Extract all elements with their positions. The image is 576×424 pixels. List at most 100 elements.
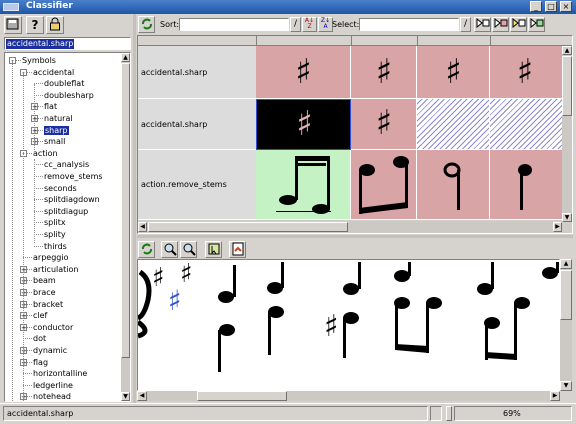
glyph-cell[interactable]: ♯ bbox=[417, 46, 490, 99]
tree-item[interactable]: small bbox=[44, 136, 65, 147]
grid-vscroll-thumb[interactable] bbox=[562, 56, 572, 116]
save-icon[interactable] bbox=[4, 16, 22, 34]
lock-icon[interactable] bbox=[46, 16, 64, 34]
glyph-cell[interactable] bbox=[490, 150, 572, 220]
glyph-cell-selected[interactable]: ♯ bbox=[256, 99, 351, 150]
zoom-in-icon[interactable] bbox=[161, 241, 178, 258]
close-button[interactable]: × bbox=[560, 1, 572, 12]
tree-item[interactable]: doublesharp bbox=[44, 90, 94, 101]
tree-item[interactable]: splitdiagup bbox=[44, 206, 88, 217]
tree-item[interactable]: flat bbox=[44, 101, 57, 112]
select-play-yellow-icon[interactable] bbox=[510, 17, 527, 32]
glyph-cell[interactable] bbox=[417, 150, 490, 220]
sort-descending-icon[interactable]: Z↓ A bbox=[318, 17, 333, 32]
image-vscroll-thumb[interactable] bbox=[560, 270, 572, 320]
scroll-up-icon[interactable]: ▲ bbox=[562, 46, 572, 55]
minimize-button[interactable]: _ bbox=[530, 1, 542, 12]
image-hscrollbar[interactable]: ◀ ▶ bbox=[137, 391, 560, 401]
status-checkbox[interactable] bbox=[430, 406, 442, 421]
tree-item-label: natural bbox=[44, 114, 73, 123]
scroll-right-icon[interactable]: ▶ bbox=[550, 391, 560, 401]
image-vscrollbar[interactable]: ▲ ▼ bbox=[560, 259, 572, 391]
zoom-slider-handle[interactable] bbox=[446, 406, 452, 421]
glyph-cell-hatched[interactable] bbox=[417, 99, 490, 150]
sort-ascending-icon[interactable]: A↓ Z bbox=[302, 17, 317, 32]
tree-item[interactable]: conductor bbox=[33, 322, 73, 333]
zoom-level: 69% bbox=[503, 409, 521, 418]
glyph-cell[interactable]: ♯ bbox=[256, 46, 351, 99]
refresh-icon[interactable] bbox=[138, 241, 155, 258]
tree-item[interactable]: notehead bbox=[33, 391, 71, 402]
grid-hscroll-thumb[interactable] bbox=[148, 222, 348, 232]
glyph-cell[interactable]: ♯ bbox=[351, 46, 417, 99]
tree-item[interactable]: beam bbox=[33, 275, 56, 286]
select-input[interactable] bbox=[359, 18, 459, 31]
tree-item[interactable]: remove_stems bbox=[44, 171, 103, 182]
glyph-cell[interactable] bbox=[351, 150, 417, 220]
tree-item[interactable]: ledgerline bbox=[33, 380, 73, 391]
tree-item[interactable]: dot bbox=[33, 333, 46, 344]
tree-item-label: flat bbox=[44, 102, 58, 112]
glyph-cell[interactable] bbox=[256, 150, 351, 220]
tree-item[interactable]: action bbox=[33, 148, 58, 159]
tree-item[interactable]: clef bbox=[33, 310, 47, 321]
zoom-out-icon[interactable] bbox=[180, 241, 197, 258]
scroll-right-icon[interactable]: ▶ bbox=[553, 222, 562, 232]
sort-dropdown-icon[interactable]: / bbox=[290, 17, 301, 32]
horizontal-splitter[interactable] bbox=[137, 235, 573, 238]
scroll-down-icon[interactable]: ▼ bbox=[121, 392, 130, 401]
select-play-icon[interactable] bbox=[474, 17, 491, 32]
tree-scrollbar[interactable]: ▲ ▼ bbox=[121, 53, 130, 401]
tree-item[interactable]: splity bbox=[44, 229, 66, 240]
tree-scroll-thumb[interactable] bbox=[121, 63, 130, 358]
select-play-green-icon[interactable] bbox=[528, 17, 545, 32]
image-hscroll-thumb[interactable] bbox=[197, 391, 287, 401]
tree-item[interactable]: brace bbox=[33, 287, 56, 298]
scroll-up-icon[interactable]: ▲ bbox=[121, 53, 130, 62]
tree-item-label: notehead bbox=[33, 392, 71, 402]
tree-item[interactable]: flag bbox=[33, 357, 48, 368]
tree-item[interactable]: accidental bbox=[33, 67, 74, 78]
tree-item-label: dot bbox=[33, 334, 47, 344]
tree-item[interactable]: thirds bbox=[44, 241, 67, 252]
sort-input[interactable] bbox=[179, 18, 289, 31]
tree-item[interactable]: splitdiagdown bbox=[44, 194, 100, 205]
scroll-down-icon[interactable]: ▼ bbox=[560, 381, 572, 391]
svg-text:♯: ♯ bbox=[168, 284, 182, 317]
select-tool-icon[interactable] bbox=[205, 241, 222, 258]
help-icon[interactable]: ? bbox=[26, 16, 44, 34]
tree-item[interactable]: arpeggio bbox=[33, 252, 68, 263]
maximize-button[interactable]: □ bbox=[545, 1, 557, 12]
tree-item[interactable]: dynamic bbox=[33, 345, 67, 356]
grid-vscrollbar[interactable]: ▲ ▼ bbox=[562, 46, 572, 222]
tree-item[interactable]: bracket bbox=[33, 299, 63, 310]
tree-item[interactable]: sharp bbox=[44, 125, 69, 136]
tree-item-label: articulation bbox=[33, 264, 79, 274]
grid-hscrollbar[interactable]: ◀ ▶ bbox=[138, 222, 562, 232]
glyph-cell[interactable]: ♯ bbox=[351, 99, 417, 150]
scroll-up-icon[interactable]: ▲ bbox=[560, 259, 572, 269]
scroll-left-icon[interactable]: ◀ bbox=[137, 391, 147, 401]
tree-item[interactable]: Symbols bbox=[22, 55, 56, 66]
symbol-search-input[interactable]: accidental.sharp bbox=[4, 37, 131, 50]
tree-item[interactable]: cc_analysis bbox=[44, 159, 89, 170]
scroll-down-icon[interactable]: ▼ bbox=[562, 213, 572, 222]
vertical-splitter[interactable] bbox=[133, 14, 136, 404]
tree-item[interactable]: horizontalline bbox=[33, 368, 87, 379]
glyph-cell[interactable]: ♯ bbox=[490, 46, 572, 99]
scroll-left-icon[interactable]: ◀ bbox=[138, 222, 147, 232]
open-image-icon[interactable] bbox=[229, 241, 246, 258]
tree-item[interactable]: doubleflat bbox=[44, 78, 84, 89]
tree-item[interactable]: seconds bbox=[44, 183, 77, 194]
title-bar: Classifier _ □ × bbox=[0, 0, 576, 14]
tree-item[interactable]: splitx bbox=[44, 217, 66, 228]
tree-item[interactable]: natural bbox=[44, 113, 73, 124]
tree-item[interactable]: articulation bbox=[33, 264, 78, 275]
app-icon[interactable] bbox=[3, 3, 19, 11]
select-dropdown-icon[interactable]: / bbox=[460, 17, 471, 32]
score-image-view[interactable]: ♯ ♯ ♯ ♯ bbox=[137, 259, 560, 391]
glyph-cell-hatched[interactable] bbox=[490, 99, 572, 150]
tree-item-label: accidental bbox=[33, 67, 75, 77]
select-play-pink-icon[interactable] bbox=[492, 17, 509, 32]
refresh-icon[interactable] bbox=[138, 16, 155, 33]
